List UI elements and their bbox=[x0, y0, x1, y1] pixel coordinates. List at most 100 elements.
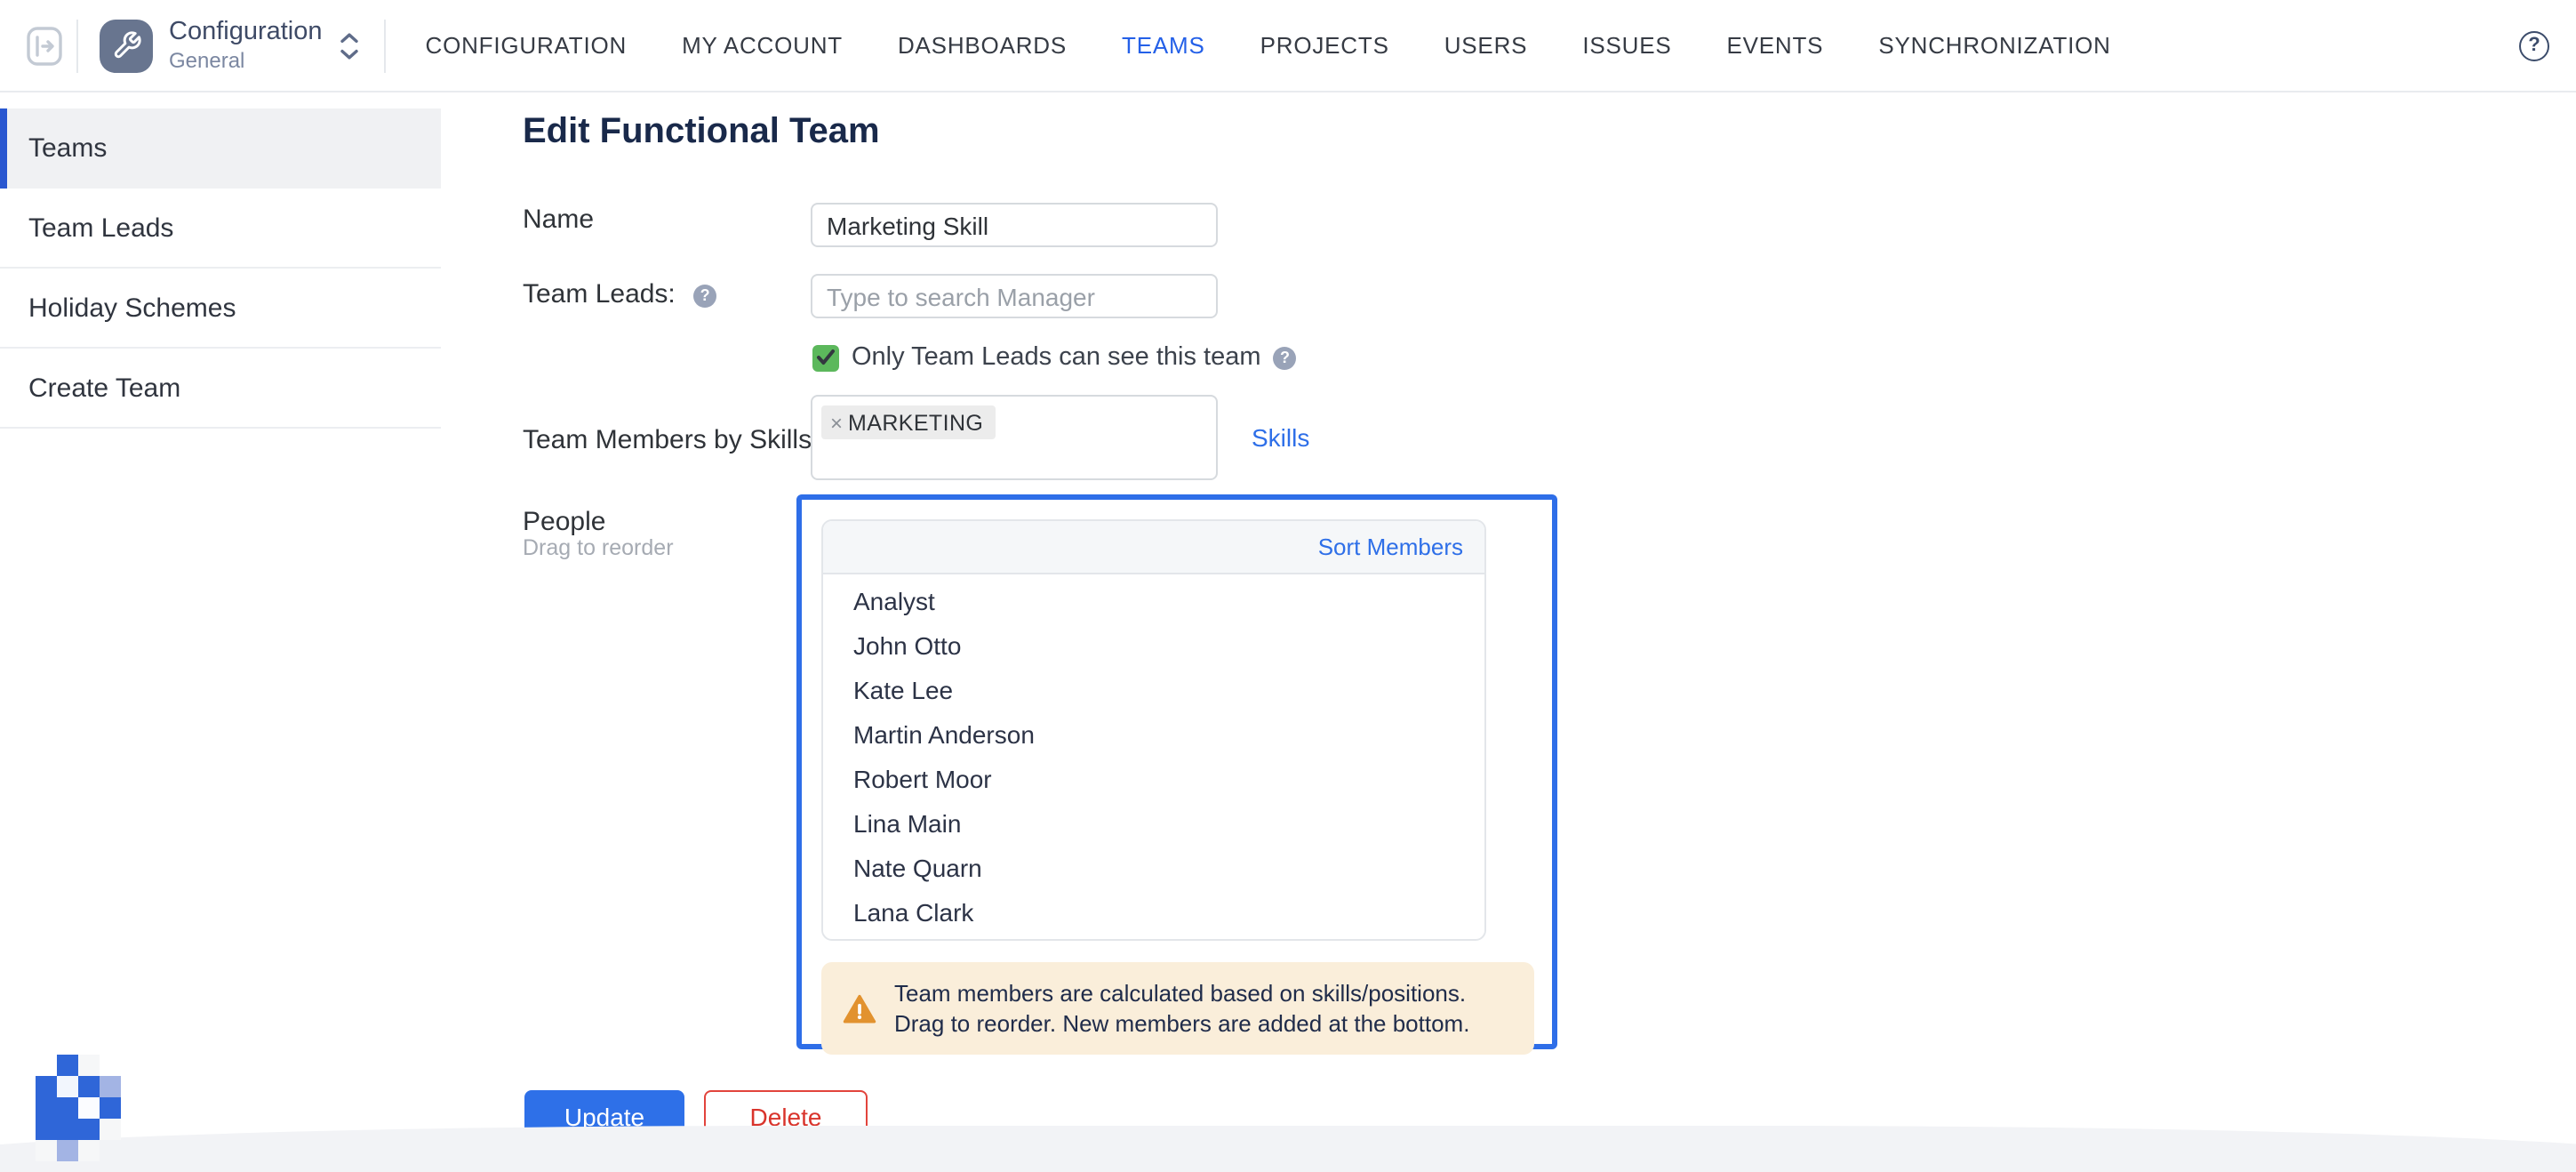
logo-pixel bbox=[78, 1097, 100, 1119]
member-row[interactable]: Lana Clark bbox=[823, 889, 1484, 934]
logo-pixel bbox=[100, 1140, 121, 1161]
team-leads-label-text: Team Leads: bbox=[523, 279, 676, 309]
visibility-checkbox[interactable] bbox=[812, 344, 839, 371]
people-hint: Drag to reorder bbox=[523, 535, 674, 560]
warning-text: Team members are calculated based on ski… bbox=[894, 978, 1469, 1039]
top-bar-left: Configuration General bbox=[0, 0, 387, 91]
team-leads-help-icon[interactable]: ? bbox=[693, 284, 716, 307]
member-row[interactable]: Lina Main bbox=[823, 800, 1484, 845]
top-bar: Configuration General CONFIGURATION MY A… bbox=[0, 0, 2576, 92]
sidebar-item[interactable]: Teams bbox=[0, 108, 441, 189]
top-navigation: CONFIGURATION MY ACCOUNT DASHBOARDS TEAM… bbox=[426, 32, 2111, 59]
logo-pixel bbox=[57, 1097, 78, 1119]
team-leads-label: Team Leads: ? bbox=[523, 279, 716, 309]
top-nav-item[interactable]: CONFIGURATION bbox=[426, 32, 628, 59]
help-button[interactable]: ? bbox=[2519, 30, 2549, 60]
member-name: Nate Quarn bbox=[853, 853, 982, 881]
configuration-app-tile bbox=[100, 19, 153, 72]
skills-multiselect[interactable]: × MARKETING bbox=[811, 395, 1218, 480]
top-nav-item[interactable]: USERS bbox=[1444, 32, 1528, 59]
app-title: Configuration bbox=[169, 19, 323, 45]
logo-pixel bbox=[78, 1140, 100, 1161]
skill-tag: × MARKETING bbox=[821, 405, 996, 439]
member-row[interactable]: Robert Moor bbox=[823, 756, 1484, 800]
footer-background bbox=[0, 1126, 2576, 1172]
sidebar-item[interactable]: Holiday Schemes bbox=[0, 269, 441, 349]
top-nav-item[interactable]: TEAMS bbox=[1122, 32, 1205, 59]
people-panel: Sort Members Analyst John Otto Ka bbox=[796, 494, 1557, 1049]
logo-pixel bbox=[36, 1140, 57, 1161]
app-switcher-labels: Configuration General bbox=[169, 19, 323, 72]
top-nav-item[interactable]: ISSUES bbox=[1582, 32, 1671, 59]
expand-sidebar-icon bbox=[27, 26, 62, 65]
chevron-up-icon bbox=[340, 31, 360, 44]
member-row[interactable]: John Otto bbox=[823, 622, 1484, 667]
visibility-label: Only Team Leads can see this team bbox=[852, 343, 1261, 372]
member-row[interactable]: Kate Lee bbox=[823, 667, 1484, 711]
top-nav-item[interactable]: MY ACCOUNT bbox=[682, 32, 843, 59]
top-bar-divider bbox=[385, 19, 387, 72]
sort-members-link[interactable]: Sort Members bbox=[1318, 534, 1463, 560]
sidebar-item-label: Team Leads bbox=[28, 213, 173, 243]
member-name: Robert Moor bbox=[853, 764, 992, 792]
top-nav-item[interactable]: EVENTS bbox=[1727, 32, 1824, 59]
logo-pixel bbox=[100, 1119, 121, 1140]
help-icon: ? bbox=[2528, 35, 2540, 56]
members-warning: Team members are calculated based on ski… bbox=[821, 962, 1534, 1055]
sidebar: Teams Team Leads Holiday Schemes Create … bbox=[0, 92, 441, 1172]
main-content: Edit Functional Team Name Team Leads: ? … bbox=[441, 92, 2576, 1172]
member-name: John Otto bbox=[853, 630, 961, 659]
team-leads-search-input[interactable] bbox=[811, 274, 1218, 318]
app-switcher[interactable]: Configuration General bbox=[78, 19, 385, 72]
logo-pixel bbox=[100, 1076, 121, 1097]
visibility-help-icon[interactable]: ? bbox=[1274, 346, 1297, 369]
top-nav-item[interactable]: PROJECTS bbox=[1260, 32, 1389, 59]
skill-tag-label: MARKETING bbox=[848, 410, 983, 435]
logo-pixel bbox=[78, 1119, 100, 1140]
logo-pixel bbox=[78, 1055, 100, 1076]
logo-pixel bbox=[36, 1076, 57, 1097]
chevron-down-icon bbox=[340, 47, 360, 60]
logo-pixel bbox=[100, 1097, 121, 1119]
logo-pixel bbox=[57, 1140, 78, 1161]
member-row[interactable]: Martin Anderson bbox=[823, 711, 1484, 756]
top-nav-item[interactable]: SYNCHRONIZATION bbox=[1878, 32, 2110, 59]
member-row[interactable]: Analyst bbox=[823, 578, 1484, 622]
team-name-input[interactable] bbox=[811, 203, 1218, 247]
expand-sidebar-button[interactable] bbox=[23, 22, 66, 68]
application-window: Configuration General CONFIGURATION MY A… bbox=[0, 0, 2576, 1172]
people-label: People bbox=[523, 507, 605, 537]
members-list: Analyst John Otto Kate Lee Martin Anders… bbox=[823, 574, 1484, 939]
skills-link[interactable]: Skills bbox=[1252, 423, 1309, 452]
logo-pixel bbox=[36, 1097, 57, 1119]
warning-line-1: Team members are calculated based on ski… bbox=[894, 978, 1469, 1008]
wrench-icon bbox=[111, 30, 141, 60]
member-name: Analyst bbox=[853, 586, 935, 614]
warning-icon bbox=[843, 993, 876, 1023]
sidebar-item[interactable]: Team Leads bbox=[0, 189, 441, 269]
visibility-row: Only Team Leads can see this team ? bbox=[812, 343, 1297, 372]
logo-pixel bbox=[36, 1119, 57, 1140]
logo-pixel bbox=[78, 1076, 100, 1097]
member-name: Lina Main bbox=[853, 808, 961, 837]
members-card: Sort Members Analyst John Otto Ka bbox=[821, 519, 1486, 941]
member-row[interactable]: Nate Quarn bbox=[823, 845, 1484, 889]
member-name: Martin Anderson bbox=[853, 719, 1035, 748]
sidebar-item-label: Create Team bbox=[28, 373, 180, 403]
sidebar-item[interactable]: Create Team bbox=[0, 349, 441, 429]
logo-pixel bbox=[57, 1076, 78, 1097]
app-subtitle: General bbox=[169, 50, 323, 72]
remove-tag-icon[interactable]: × bbox=[830, 412, 843, 433]
checkmark-icon bbox=[816, 349, 836, 366]
logo-pixel bbox=[57, 1055, 78, 1076]
app-switcher-chevrons bbox=[340, 31, 360, 60]
members-card-header: Sort Members bbox=[823, 521, 1484, 574]
warning-line-2: Drag to reorder. New members are added a… bbox=[894, 1008, 1469, 1039]
sidebar-item-label: Holiday Schemes bbox=[28, 293, 236, 323]
pixel-logo bbox=[36, 1055, 121, 1161]
skills-label: Team Members by Skills bbox=[523, 425, 812, 455]
sidebar-item-label: Teams bbox=[28, 133, 107, 164]
top-nav-item[interactable]: DASHBOARDS bbox=[898, 32, 1067, 59]
page-title: Edit Functional Team bbox=[523, 112, 880, 153]
name-label: Name bbox=[523, 205, 594, 235]
